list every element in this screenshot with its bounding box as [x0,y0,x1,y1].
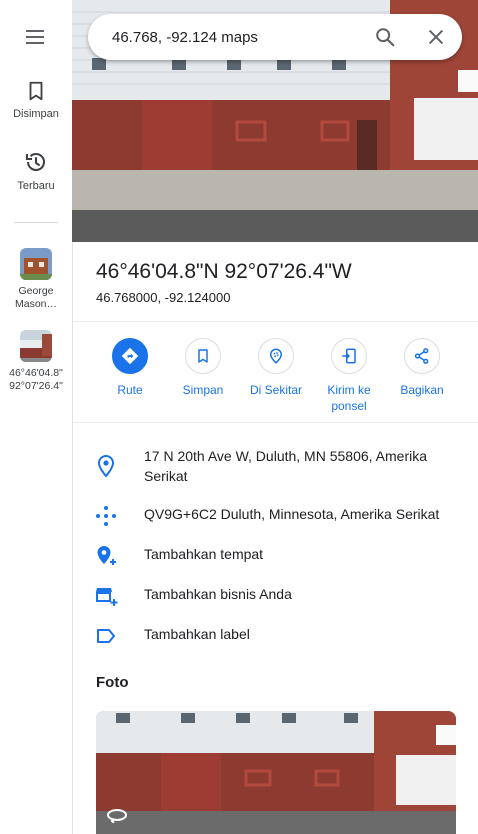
send-to-phone-label-line1: Kirim ke [327,383,371,397]
bookmark-icon [198,349,208,363]
search-icon[interactable] [374,26,396,53]
add-label-text: Tambahkan label [144,626,250,642]
hero-street-view-image[interactable]: 46.768, -92.124 maps [72,0,478,242]
recent-label: Terbaru [17,180,55,192]
send-to-phone-label-line2: ponsel [331,399,367,413]
add-label-row[interactable]: Tambahkan label [72,624,478,648]
search-box[interactable]: 46.768, -92.124 maps [88,14,462,60]
history-icon [26,153,45,171]
photos-heading: Foto [96,674,129,691]
directions-icon-circle [112,338,148,374]
share-button[interactable]: Bagikan [385,338,459,398]
send-to-phone-icon [342,348,356,364]
directions-label: Rute [117,383,143,397]
share-icon [414,348,429,364]
saved-button[interactable]: Disimpan [0,80,72,120]
bookmark-icon [29,81,43,101]
recent-thumbnail [20,248,52,280]
label-icon [94,624,118,653]
add-place-row[interactable]: Tambahkan tempat [72,544,478,568]
street-view-photo [96,711,456,834]
save-button[interactable]: Simpan [166,338,240,398]
search-input[interactable]: 46.768, -92.124 maps [112,29,258,46]
send-to-phone-button[interactable]: Kirim ke ponsel [312,338,386,414]
add-place-text: Tambahkan tempat [144,546,264,562]
recent-item-label: 92°07'26.4" [9,380,63,392]
place-title: 46°46'04.8"N 92°07'26.4"W [96,260,352,283]
recent-item-george-mason[interactable]: George Mason… [0,248,72,311]
menu-button[interactable] [24,28,48,48]
saved-label: Disimpan [13,108,59,120]
share-icon-circle [404,338,440,374]
nearby-icon [269,348,283,364]
save-label: Simpan [182,383,224,397]
360-view-icon [106,807,128,828]
divider [72,321,478,322]
add-business-icon [94,584,118,613]
close-icon[interactable] [425,26,447,53]
plus-code-text: QV9G+6C2 Duluth, Minnesota, Amerika Seri… [144,506,440,522]
add-business-text: Tambahkan bisnis Anda [144,586,292,602]
recent-item-label: 46°46'04.8" [9,367,63,379]
recent-button[interactable]: Terbaru [0,150,72,192]
save-icon-circle [185,338,221,374]
photo-thumbnail[interactable] [96,711,456,834]
recent-item-coordinates[interactable]: 46°46'04.8" 92°07'26.4" [0,330,72,393]
send-to-phone-icon-circle [331,338,367,374]
plus-code-row[interactable]: QV9G+6C2 Duluth, Minnesota, Amerika Seri… [72,504,478,528]
nearby-label: Di Sekitar [249,383,302,397]
hamburger-icon [26,30,44,44]
nearby-icon-circle [258,338,294,374]
share-label: Bagikan [400,383,444,397]
place-decimal-coordinates: 46.768000, -92.124000 [96,290,231,305]
add-location-icon [94,544,118,573]
address-text: 17 N 20th Ave W, Duluth, MN 55806, Ameri… [144,448,428,484]
directions-icon [121,347,139,365]
add-business-row[interactable]: Tambahkan bisnis Anda [72,584,478,608]
address-row[interactable]: 17 N 20th Ave W, Duluth, MN 55806, Ameri… [72,446,478,490]
recent-item-label: George Mason… [14,285,57,310]
location-pin-icon [94,454,118,483]
divider [72,422,478,423]
recent-thumbnail [20,330,52,362]
directions-button[interactable]: Rute [93,338,167,398]
place-panel: 46.768, -92.124 maps 46°46'04.8"N 92°07'… [72,0,478,834]
nearby-button[interactable]: Di Sekitar [239,338,313,398]
plus-code-icon [94,504,118,533]
rail-divider [14,222,58,223]
side-rail: Disimpan Terbaru George Mason… 46°46'04.… [0,0,73,834]
